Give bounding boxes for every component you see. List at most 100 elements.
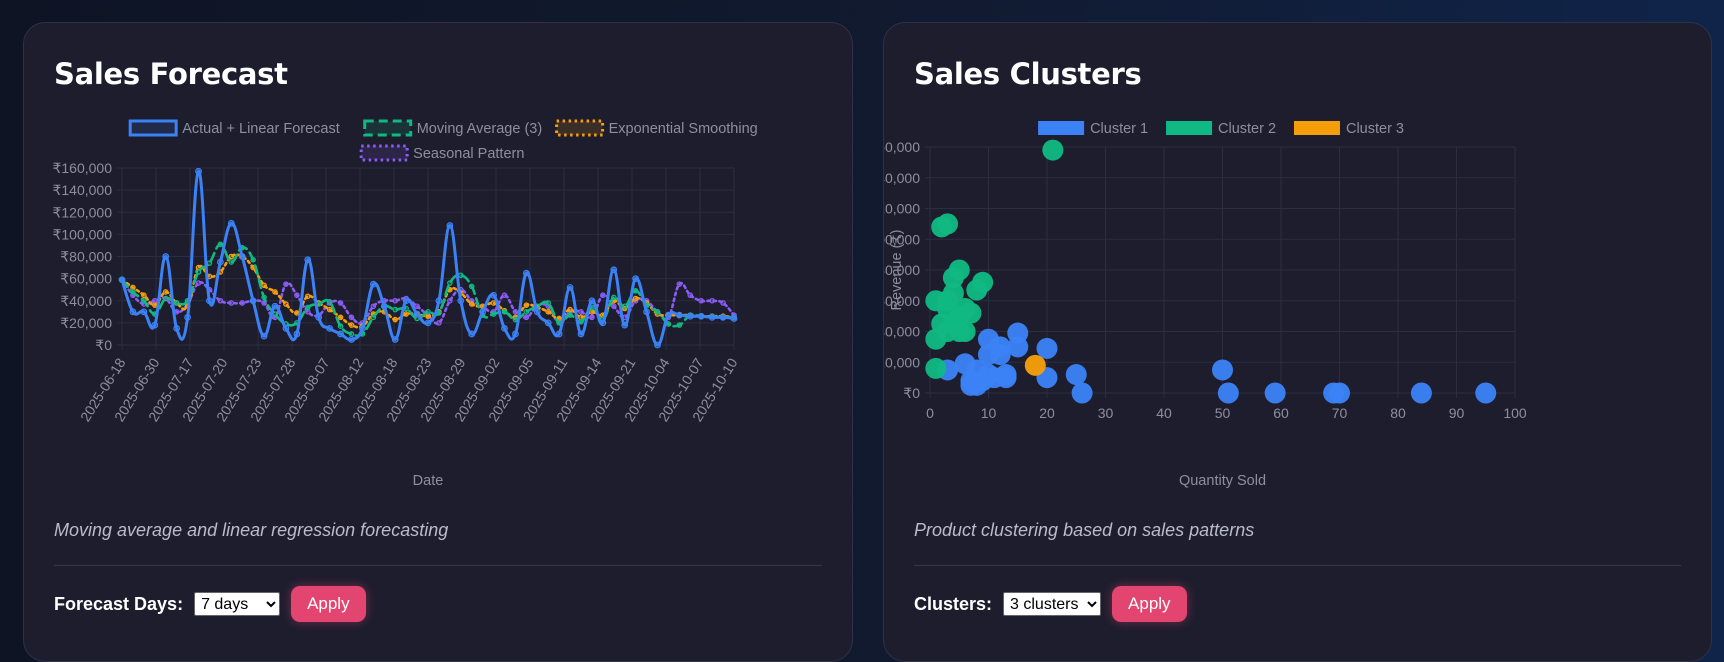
data-point-seasonal-pattern: [709, 297, 715, 304]
data-point-seasonal-pattern: [304, 309, 311, 315]
y-tick-label: ₹140,000: [884, 170, 920, 186]
data-point-moving-average-3: [545, 300, 552, 306]
data-point-moving-average-3: [337, 323, 344, 329]
data-point-exponential-smoothing: [272, 289, 278, 295]
data-point-actual-linear-forecast: [413, 310, 421, 318]
forecast-days-label: Forecast Days:: [54, 593, 184, 614]
sales-forecast-chart: ₹0 ₹20,000 ₹40,000 ₹60,000 ₹80,000 ₹100,000 ₹1…: [52, 119, 758, 489]
data-point-actual-linear-forecast: [522, 269, 530, 277]
data-point-seasonal-pattern: [698, 297, 705, 304]
data-point-moving-average-3: [272, 311, 278, 317]
forecast-apply-button[interactable]: Apply: [291, 586, 366, 622]
legend-item-exponential-smoothing[interactable]: Exponential Smoothing: [555, 119, 758, 137]
point-cluster-2: [960, 302, 982, 324]
x-tick-label: 60: [1273, 405, 1289, 421]
y-tick-label: ₹120,000: [884, 201, 920, 217]
point-cluster-3: [1024, 354, 1046, 376]
data-point-actual-linear-forecast: [708, 313, 716, 321]
x-tick-label: 50: [1215, 405, 1231, 421]
data-point-exponential-smoothing: [326, 306, 333, 313]
data-point-seasonal-pattern: [436, 320, 442, 326]
data-point-actual-linear-forecast: [271, 302, 279, 310]
data-point-seasonal-pattern: [512, 309, 519, 315]
legend-item-actual-linear-forecast[interactable]: Actual + Linear Forecast: [128, 119, 340, 137]
data-point-actual-linear-forecast: [566, 284, 574, 291]
y-tick-label: ₹20,000: [884, 354, 920, 370]
data-point-actual-linear-forecast: [140, 308, 148, 316]
clusters-apply-button[interactable]: Apply: [1112, 586, 1187, 622]
data-point-actual-linear-forecast: [588, 297, 596, 305]
data-point-actual-linear-forecast: [457, 297, 465, 305]
legend-swatch: [1293, 121, 1340, 135]
data-point-exponential-smoothing: [151, 302, 158, 308]
data-point-moving-average-3: [141, 297, 147, 304]
data-point-seasonal-pattern: [195, 280, 202, 286]
clusters-select[interactable]: 3 clusters: [1003, 592, 1102, 616]
data-point-moving-average-3: [261, 294, 267, 301]
data-point-actual-linear-forecast: [227, 219, 235, 227]
data-point-moving-average-3: [130, 289, 136, 295]
data-point-exponential-smoothing: [141, 292, 147, 299]
data-point-actual-linear-forecast: [173, 325, 181, 332]
data-point-actual-linear-forecast: [315, 313, 323, 321]
point-cluster-2: [972, 271, 994, 293]
x-tick-label: 10: [981, 405, 997, 421]
legend-item-seasonal-pattern[interactable]: Seasonal Pattern: [359, 144, 524, 162]
data-point-exponential-smoothing: [294, 310, 300, 316]
data-point-moving-average-3: [304, 304, 311, 311]
x-tick-label: 80: [1390, 405, 1406, 421]
data-point-seasonal-pattern: [589, 314, 595, 321]
data-point-seasonal-pattern: [283, 281, 289, 287]
point-cluster-1: [1217, 382, 1239, 404]
data-point-seasonal-pattern: [151, 297, 158, 304]
data-point-exponential-smoothing: [523, 302, 530, 308]
data-point-actual-linear-forecast: [730, 315, 738, 322]
data-point-actual-linear-forecast: [490, 291, 497, 299]
data-point-actual-linear-forecast: [435, 297, 443, 305]
point-cluster-2: [925, 357, 947, 379]
data-point-seasonal-pattern: [239, 300, 246, 306]
data-point-seasonal-pattern: [392, 297, 399, 304]
data-point-actual-linear-forecast: [293, 330, 301, 338]
data-point-actual-linear-forecast: [282, 325, 290, 332]
data-point-actual-linear-forecast: [326, 325, 334, 332]
legend-item-cluster-3[interactable]: Cluster 3: [1293, 121, 1404, 137]
data-point-actual-linear-forecast: [544, 319, 552, 327]
point-cluster-2: [937, 213, 959, 235]
data-point-seasonal-pattern: [578, 309, 584, 315]
data-point-exponential-smoothing: [304, 293, 311, 300]
sales-clusters-chart: ₹0₹20,000₹40,000₹60,000₹80,000₹100,000₹1…: [884, 121, 1527, 489]
x-tick-label: 100: [1503, 405, 1527, 421]
data-point-seasonal-pattern: [687, 292, 694, 299]
data-point-actual-linear-forecast: [391, 336, 399, 343]
sales-clusters-caption: Product clustering based on sales patter…: [914, 520, 1255, 540]
point-cluster-2: [954, 321, 976, 342]
point-cluster-2: [948, 259, 970, 281]
forecast-days-select[interactable]: 7 days: [194, 592, 281, 616]
legend-swatch: [1038, 121, 1085, 135]
x-tick-label: 20: [1039, 405, 1055, 421]
data-point-actual-linear-forecast: [151, 321, 159, 329]
legend-label: Seasonal Pattern: [413, 146, 524, 162]
clusters-controls: Clusters: 3 clusters Apply: [914, 586, 1187, 622]
data-point-moving-average-3: [523, 309, 530, 315]
legend-item-cluster-1[interactable]: Cluster 1: [1038, 121, 1148, 137]
y-tick-label: ₹60,000: [60, 271, 112, 287]
legend-item-cluster-2[interactable]: Cluster 2: [1166, 121, 1276, 137]
data-point-exponential-smoothing: [392, 316, 399, 323]
point-cluster-1: [1212, 359, 1233, 381]
sales-clusters-divider: [914, 565, 1681, 566]
data-point-seasonal-pattern: [501, 292, 508, 299]
data-point-actual-linear-forecast: [380, 302, 388, 310]
data-point-actual-linear-forecast: [348, 336, 355, 343]
data-point-actual-linear-forecast: [555, 330, 563, 338]
data-point-actual-linear-forecast: [337, 330, 344, 338]
data-point-moving-average-3: [610, 294, 617, 301]
legend-label: Exponential Smoothing: [609, 121, 758, 137]
point-cluster-2: [1042, 139, 1064, 161]
point-cluster-1: [1329, 382, 1350, 404]
legend-swatch: [359, 144, 409, 162]
legend-item-moving-average-3[interactable]: Moving Average (3): [363, 119, 542, 137]
sales-forecast-divider: [54, 565, 822, 566]
data-point-actual-linear-forecast: [369, 280, 377, 288]
